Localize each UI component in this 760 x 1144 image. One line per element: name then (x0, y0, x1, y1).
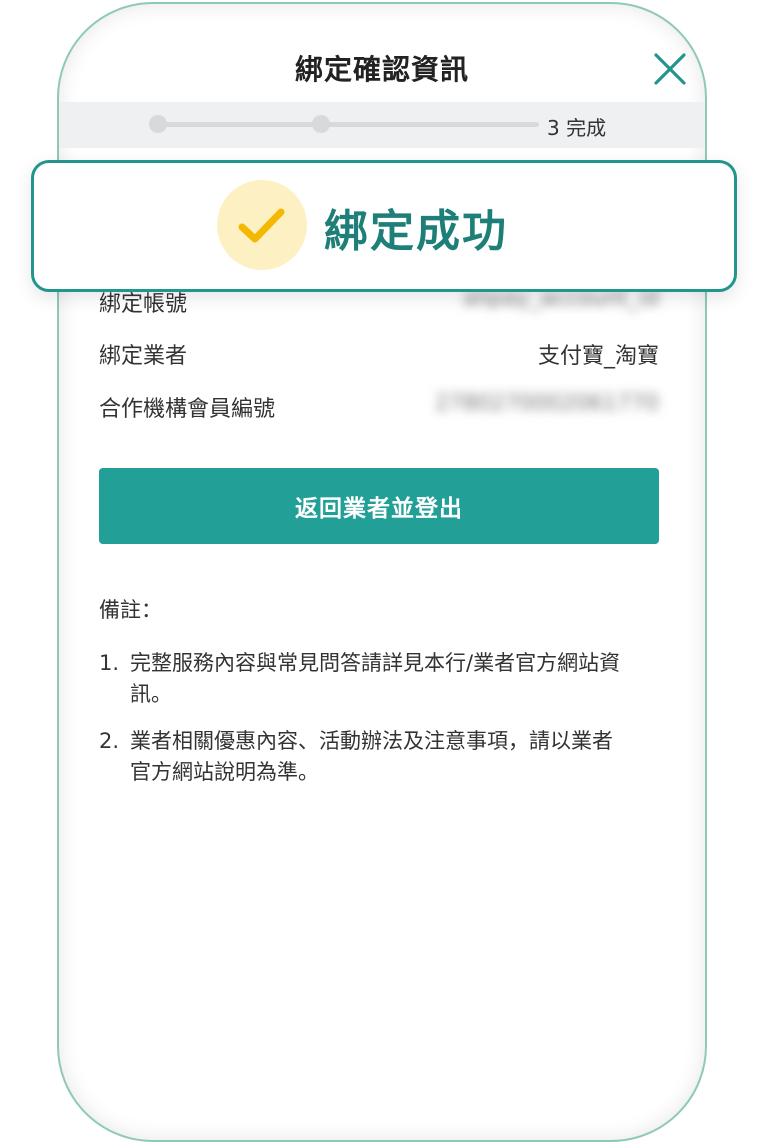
progress-step-3-label: 3 完成 (547, 116, 607, 140)
close-button[interactable] (651, 50, 689, 88)
page-title: 綁定確認資訊 (294, 53, 469, 86)
note-text: 業者相關優惠內容、活動辦法及注意事項，請以業者官方網站說明為準。 (130, 729, 613, 784)
progress-step-2 (312, 115, 330, 133)
note-item: 1. 完整服務內容與常見問答請詳見本行/業者官方網站資訊。 (99, 648, 629, 710)
success-message: 綁定成功 (324, 206, 508, 257)
notes-title: 備註： (99, 598, 162, 622)
detail-value: 支付寶_淘寶 (537, 344, 659, 369)
check-icon (217, 180, 307, 270)
note-number: 2. (99, 729, 120, 753)
progress-track (157, 122, 539, 127)
success-toast: 綁定成功 (31, 160, 737, 292)
detail-label: 合作機構會員編號 (99, 397, 276, 422)
note-number: 1. (99, 651, 120, 675)
detail-value-masked: 2780270002061770 (435, 391, 659, 416)
screen: 綁定確認資訊 3 完成 綁定帳號 alipay_account_id 綁定業者 … (0, 0, 760, 1144)
return-and-logout-button[interactable]: 返回業者並登出 (99, 468, 659, 544)
progress-stepper: 3 完成 (59, 102, 705, 148)
note-item: 2. 業者相關優惠內容、活動辦法及注意事項，請以業者官方網站說明為準。 (99, 726, 629, 788)
note-text: 完整服務內容與常見問答請詳見本行/業者官方網站資訊。 (130, 651, 621, 706)
close-icon (654, 53, 686, 85)
progress-step-1 (149, 115, 167, 133)
detail-label: 綁定業者 (99, 344, 188, 369)
